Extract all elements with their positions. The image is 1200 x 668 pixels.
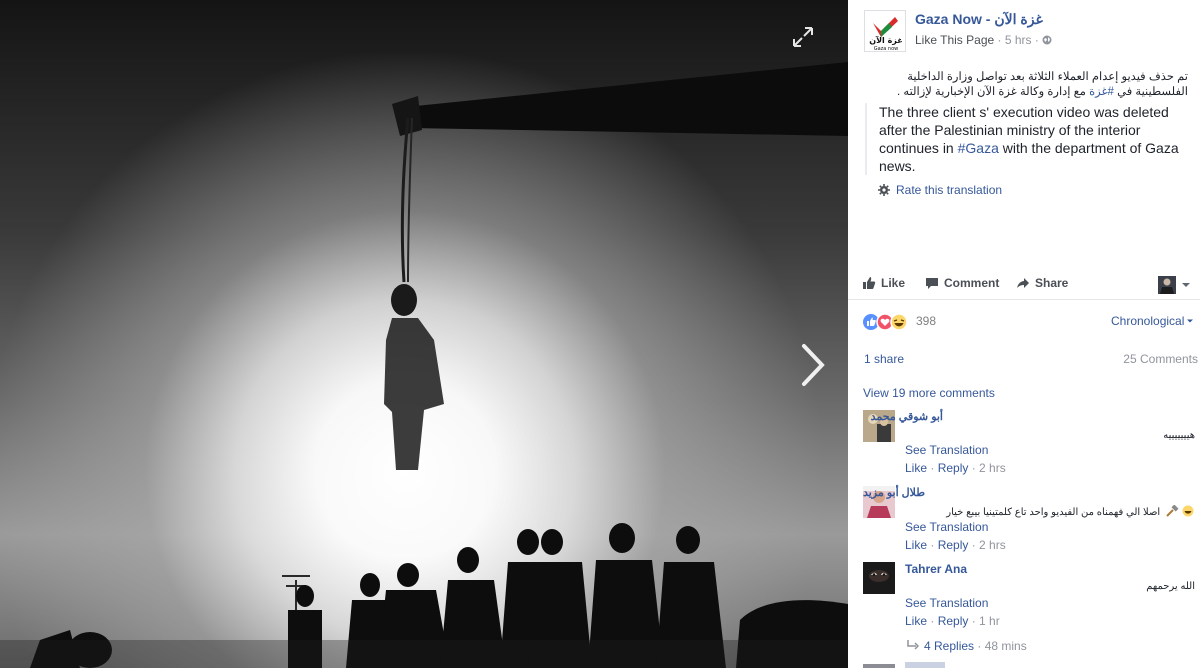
post-arabic-text: تم حذف فيديو إعدام العملاء الثلاثة بعد ت… xyxy=(897,71,1188,98)
comment-time[interactable]: 2 hrs xyxy=(979,538,1006,552)
share-arrow-icon xyxy=(1017,278,1029,288)
comment-actions: Like · Reply · 2 hrs xyxy=(905,461,1006,475)
post-time[interactable]: 5 hrs xyxy=(1005,33,1032,47)
comment-item: طلال أبو مزيد اصلا الي فهمناه من الفيديو… xyxy=(863,486,1195,556)
post-meta: Like This Page · 5 hrs · xyxy=(915,33,1052,47)
action-bar: Like Comment Share xyxy=(848,270,1200,300)
crane-arm xyxy=(396,62,848,136)
post-translation: The three client s' execution video was … xyxy=(865,103,1187,175)
see-translation-link[interactable]: See Translation xyxy=(905,520,988,534)
like-thumb-icon xyxy=(863,277,876,289)
globe-icon xyxy=(1042,34,1052,45)
comment-button[interactable]: Comment xyxy=(925,276,999,290)
expand-icon[interactable] xyxy=(790,24,816,50)
commenter-name[interactable]: طلال أبو مزيد xyxy=(863,486,925,499)
hashtag-gaza[interactable]: #Gaza xyxy=(958,140,999,156)
view-replies-link[interactable]: 4 Replies xyxy=(924,639,974,653)
see-translation-link[interactable]: See Translation xyxy=(905,596,988,610)
rate-translation-link[interactable]: Rate this translation xyxy=(878,183,1002,197)
haha-emoji-icon xyxy=(1179,505,1195,517)
commenter-name[interactable]: أبو شوقي محمد xyxy=(871,410,943,423)
comment-item: Tahrer Ana الله يرحمهم See Translation L… xyxy=(863,562,1195,632)
comment-item: أبو شوقي محمد هيييييييه See Translation … xyxy=(863,410,1195,480)
comment-actions: Like · Reply · 2 hrs xyxy=(905,538,1006,552)
comment-actions: Like · Reply · 1 hr xyxy=(905,614,1000,628)
comment-text: هيييييييه xyxy=(1163,430,1195,441)
see-translation-link[interactable]: See Translation xyxy=(905,443,988,457)
comment-time[interactable]: 1 hr xyxy=(979,614,1000,628)
page-logo[interactable]: غزة الآن Gaza now xyxy=(864,10,906,52)
view-more-comments-link[interactable]: View 19 more comments xyxy=(863,386,995,400)
reactions-count[interactable]: 398 xyxy=(916,314,936,328)
replies-time: 48 mins xyxy=(984,639,1027,653)
post-panel: غزة الآن Gaza now Gaza Now - غزة الآن Li… xyxy=(848,0,1200,668)
view-replies-row: 4 Replies · 48 mins xyxy=(906,639,1027,653)
comment-time[interactable]: 2 hrs xyxy=(979,461,1006,475)
comment-bubble-icon xyxy=(926,278,938,289)
hammer-emoji-icon xyxy=(1163,504,1179,517)
sort-dropdown[interactable]: Chronological xyxy=(1111,314,1194,328)
like-button[interactable]: Like xyxy=(862,276,905,290)
avatar[interactable] xyxy=(863,664,895,668)
haha-reaction-icon xyxy=(890,313,908,331)
photo-scene xyxy=(0,62,848,668)
comment-text: اصلا الي فهمناه من الفيديو واحد تاع كلمت… xyxy=(946,504,1195,518)
caret-down-icon xyxy=(1187,319,1194,323)
comment-reply-link[interactable]: Reply xyxy=(938,461,969,475)
profile-selector[interactable] xyxy=(1158,276,1194,294)
share-button[interactable]: Share xyxy=(1016,276,1068,290)
comment-like-link[interactable]: Like xyxy=(905,461,927,475)
commenter-name[interactable]: Tahrer Ana xyxy=(905,562,967,576)
reply-arrow-icon xyxy=(906,639,920,650)
svg-text:غزة الآن: غزة الآن xyxy=(869,35,902,45)
comment-reply-link[interactable]: Reply xyxy=(938,614,969,628)
svg-text:Gaza now: Gaza now xyxy=(874,46,899,52)
comment-reply-link[interactable]: Reply xyxy=(938,538,969,552)
shares-link[interactable]: 1 share xyxy=(864,352,904,366)
post-header: غزة الآن Gaza now Gaza Now - غزة الآن Li… xyxy=(864,10,1194,54)
like-page-link[interactable]: Like This Page xyxy=(915,33,994,47)
hanging-figure xyxy=(384,284,444,470)
comment-like-link[interactable]: Like xyxy=(905,538,927,552)
photo-viewer[interactable] xyxy=(0,0,848,668)
comment-text: الله يرحمهم xyxy=(1146,581,1195,592)
page-name-link[interactable]: Gaza Now - غزة الآن xyxy=(915,11,1043,28)
comment-like-link[interactable]: Like xyxy=(905,614,927,628)
hashtag-ar[interactable]: #غزة xyxy=(1089,86,1114,98)
gear-icon xyxy=(878,184,890,196)
next-arrow-icon[interactable] xyxy=(796,340,830,390)
avatar[interactable] xyxy=(863,562,895,594)
comments-count-link[interactable]: 25 Comments xyxy=(1123,352,1198,366)
commenter-name[interactable] xyxy=(905,662,945,668)
caret-down-icon xyxy=(1182,283,1190,287)
